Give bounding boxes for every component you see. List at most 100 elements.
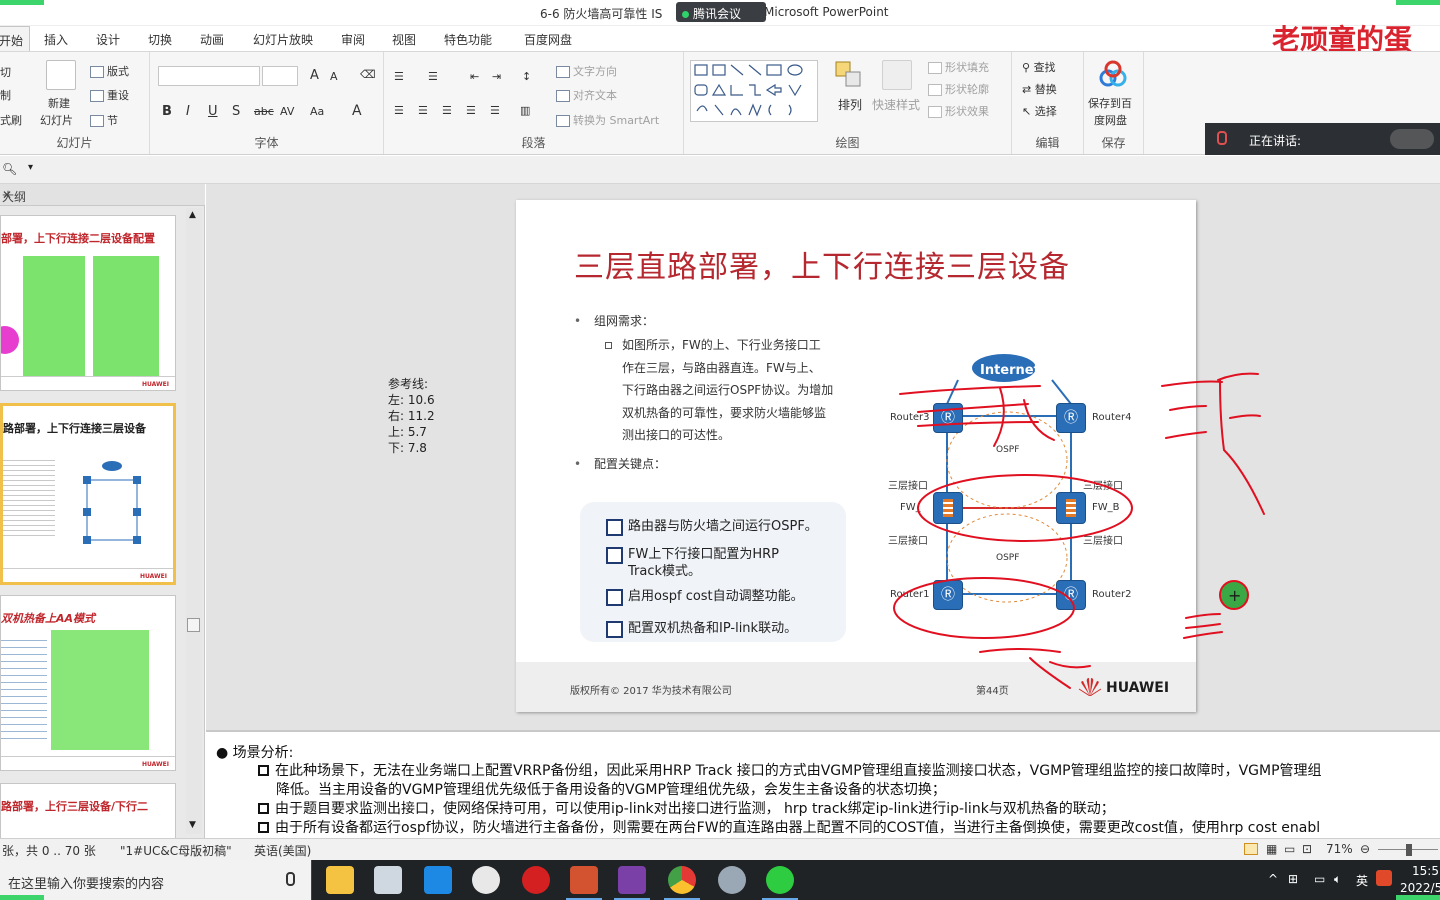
slideshow-view-icon[interactable]: ⊡ (1302, 842, 1312, 856)
clock-time[interactable]: 15:5 (1412, 864, 1439, 878)
wechat-icon[interactable] (762, 866, 798, 900)
save-baidu-button[interactable]: 保存到百 (1088, 95, 1132, 111)
tray-app-icon[interactable]: ⊞ (1288, 872, 1298, 886)
font-color-button[interactable]: A (352, 103, 362, 119)
key-points-box[interactable]: 路由器与防火墙之间运行OSPF。 FW上下行接口配置为HRP Track模式。 启… (580, 502, 846, 642)
align-right-icon[interactable]: ☰ (442, 104, 452, 117)
italic-button[interactable]: I (186, 104, 190, 119)
tab-design[interactable]: 设计 (96, 31, 120, 48)
firewall-b-icon[interactable] (1056, 492, 1086, 524)
copy-button[interactable]: 制 (0, 87, 11, 103)
grow-font-button[interactable]: A (310, 68, 319, 83)
shape-fill-button[interactable]: 形状填充 (928, 59, 989, 75)
tencent-meeting-icon[interactable] (424, 866, 452, 894)
microphone-icon[interactable] (286, 872, 295, 886)
sogou-ime-icon[interactable] (1376, 870, 1392, 886)
new-slide-button[interactable]: 新建 (48, 95, 70, 111)
tab-special[interactable]: 特色功能 (444, 31, 492, 48)
char-spacing-button[interactable]: AV (280, 105, 294, 118)
ime-indicator[interactable]: 英 (1356, 872, 1368, 889)
decrease-indent-icon[interactable]: ⇤ (470, 70, 479, 83)
shrink-font-button[interactable]: A (330, 70, 338, 83)
powerpoint-icon[interactable] (566, 866, 602, 900)
shape-effects-button[interactable]: 形状效果 (928, 103, 989, 119)
tab-animations[interactable]: 动画 (200, 31, 224, 48)
taskbar-search-box[interactable]: 在这里输入你要搜索的内容 (0, 860, 312, 900)
scroll-up-icon[interactable]: ▲ (189, 210, 196, 220)
layout-button[interactable]: 版式 (90, 63, 129, 79)
shadow-button[interactable]: S (232, 104, 240, 119)
align-left-icon[interactable]: ☰ (394, 104, 404, 117)
bold-button[interactable]: B (162, 104, 172, 119)
thumbnail-scrollbar[interactable]: ▲ ▼ (186, 208, 202, 834)
reset-button[interactable]: 重设 (90, 87, 129, 103)
tab-home[interactable]: 开始 (0, 26, 31, 53)
router4-icon[interactable]: Ⓡ (1056, 403, 1086, 433)
align-text-button[interactable]: 对齐文本 (556, 87, 617, 103)
numbering-icon[interactable]: ☰ (428, 70, 438, 83)
replace-button[interactable]: ⇄ 替换 (1022, 81, 1057, 97)
underline-button[interactable]: U (208, 104, 218, 119)
file-explorer-icon[interactable] (326, 866, 354, 894)
chrome-icon[interactable] (664, 866, 700, 900)
format-painter-button[interactable]: 式刷 (0, 112, 22, 128)
clear-format-icon[interactable]: ⌫ (360, 68, 376, 81)
tab-slideshow[interactable]: 幻灯片放映 (253, 31, 313, 48)
network-icon[interactable]: ▭ (1314, 872, 1325, 886)
justify-icon[interactable]: ☰ (466, 104, 476, 117)
preview-icon[interactable]: 🔍︎ (2, 162, 17, 176)
network-topology-diagram[interactable] (886, 350, 1146, 650)
muted-mic-icon[interactable] (1217, 131, 1227, 145)
onenote-icon[interactable] (614, 866, 650, 900)
select-button[interactable]: ↖ 选择 (1022, 103, 1057, 119)
meeting-indicator[interactable]: 腾讯会议 (676, 2, 766, 22)
font-size-combo[interactable] (262, 66, 298, 86)
slide-thumbnail[interactable]: 双机热备上AA模式 HUAWEI (0, 595, 176, 771)
slide-title[interactable]: 三层直路部署，上下行连接三层设备 (574, 242, 1070, 286)
tab-baidu-pan[interactable]: 百度网盘 (524, 31, 572, 48)
align-center-icon[interactable]: ☰ (418, 104, 428, 117)
shape-gallery[interactable] (690, 60, 818, 122)
smartart-button[interactable]: 转换为 SmartArt (556, 112, 659, 128)
reading-view-icon[interactable]: ▭ (1284, 842, 1295, 856)
quick-styles-button[interactable]: 快速样式 (872, 96, 920, 113)
router2-icon[interactable]: Ⓡ (1056, 580, 1086, 610)
new-slide-icon[interactable] (46, 60, 76, 90)
distribute-icon[interactable]: ☰ (490, 104, 500, 117)
clock-app-icon[interactable] (472, 866, 500, 894)
line-spacing-icon[interactable]: ↕ (522, 70, 531, 83)
slide-thumbnail[interactable]: 部署，上下行连接二层设备配置 HUAWEI (0, 215, 176, 391)
slide[interactable]: 三层直路部署，上下行连接三层设备 组网需求： 如图所示，FW的上、下行业务接口工… (516, 200, 1196, 712)
find-button[interactable]: ⚲ 查找 (1022, 59, 1056, 75)
baidu-cloud-icon[interactable] (1098, 60, 1128, 88)
cut-button[interactable]: 切 (0, 64, 11, 80)
strikethrough-button[interactable]: abc (254, 105, 274, 118)
slide-thumbnail[interactable]: 路部署，上行三层设备/下行二 (0, 783, 176, 839)
tab-view[interactable]: 视图 (392, 31, 416, 48)
scroll-down-icon[interactable]: ▼ (189, 820, 196, 830)
language-indicator[interactable]: 英语(美国) (254, 842, 311, 859)
font-name-combo[interactable] (158, 66, 260, 86)
network-tool-icon[interactable] (718, 866, 746, 894)
save-baidu-label[interactable]: 度网盘 (1094, 112, 1127, 128)
change-case-button[interactable]: Aa (310, 105, 324, 118)
scroll-thumb[interactable] (187, 618, 200, 632)
normal-view-icon[interactable] (1244, 843, 1258, 855)
tray-chevron-icon[interactable]: ^ (1268, 872, 1278, 886)
remote-desktop-icon[interactable] (374, 866, 402, 894)
tab-review[interactable]: 审阅 (341, 31, 365, 48)
text-direction-button[interactable]: 文字方向 (556, 63, 617, 79)
arrange-button[interactable]: 排列 (838, 96, 862, 113)
increase-indent-icon[interactable]: ⇥ (492, 70, 501, 83)
new-slide-label[interactable]: 幻灯片 (40, 112, 73, 128)
shape-outline-button[interactable]: 形状轮廓 (928, 81, 989, 97)
netease-music-icon[interactable] (522, 866, 550, 894)
tab-insert[interactable]: 插入 (44, 31, 68, 48)
firewall-a-icon[interactable] (933, 492, 963, 524)
router1-icon[interactable]: Ⓡ (933, 580, 963, 610)
arrange-icon[interactable] (834, 60, 864, 90)
bullets-icon[interactable]: ☰ (394, 70, 404, 83)
slide-body-text[interactable]: 组网需求： 如图所示，FW的上、下行业务接口工 作在三层，与路由器直连。FW与上… (572, 310, 862, 475)
customize-qat-icon[interactable]: ▾ (28, 162, 33, 173)
slide-sorter-icon[interactable]: ▦ (1266, 842, 1277, 856)
